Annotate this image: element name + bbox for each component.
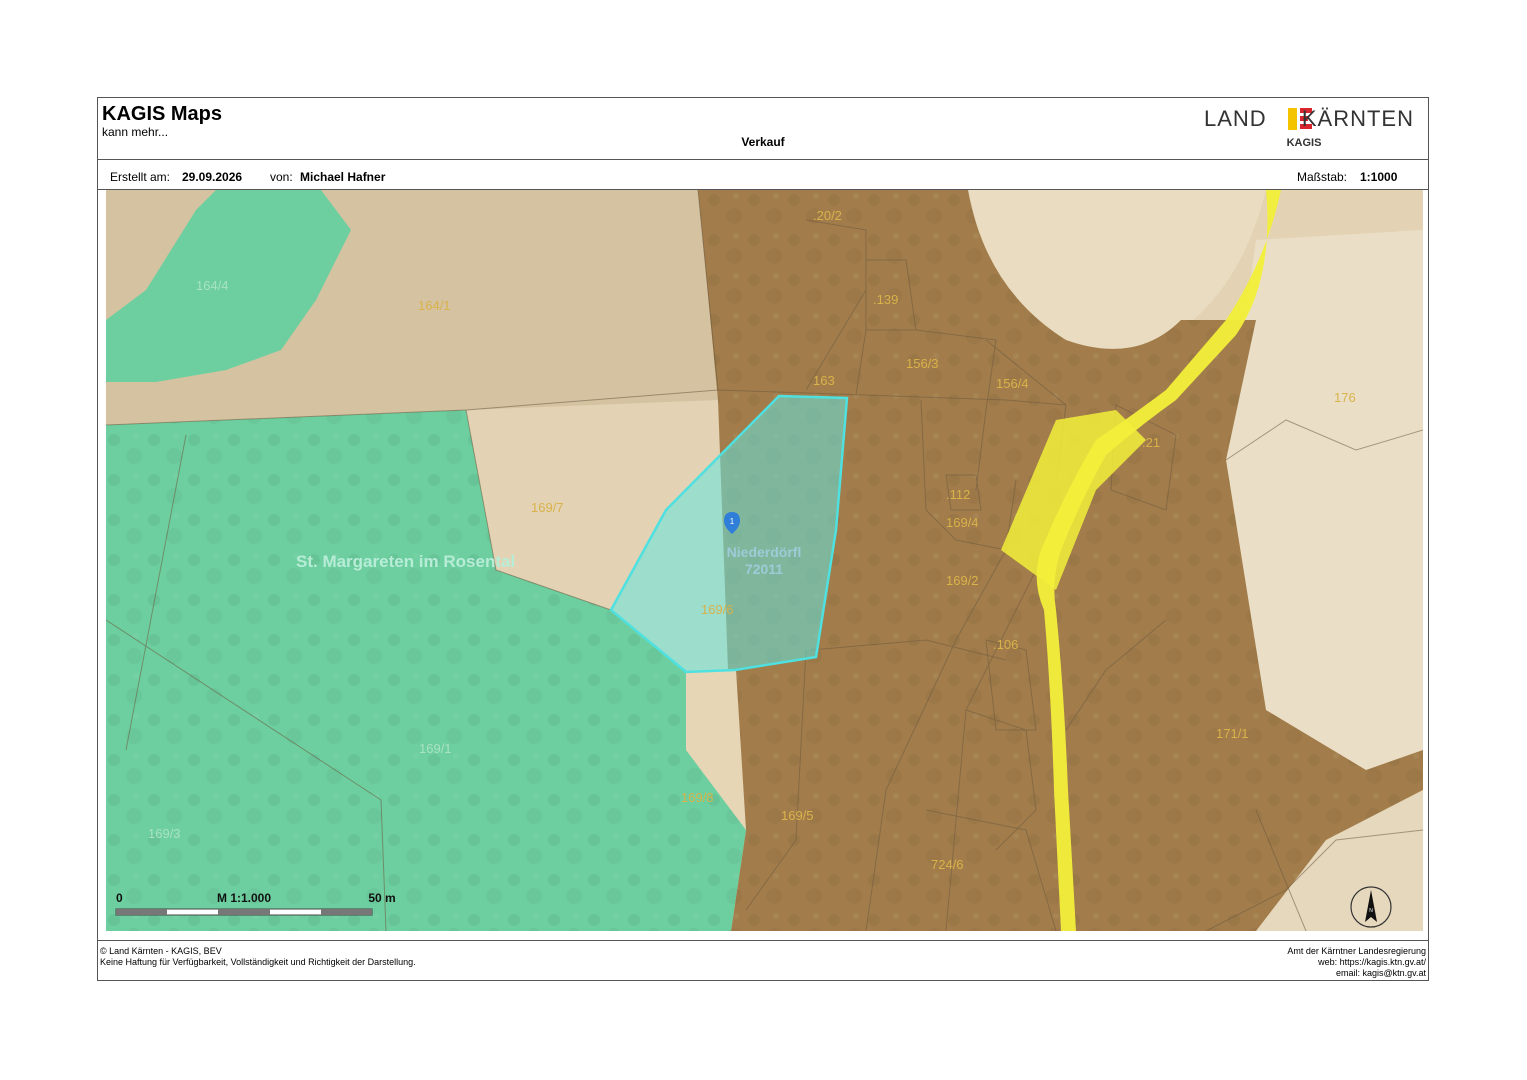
- app-title: KAGIS Maps: [102, 103, 223, 125]
- footer-right: Amt der Kärntner Landesregierung web: ht…: [1287, 946, 1426, 979]
- created-date: 29.09.2026: [182, 170, 243, 184]
- header: KAGIS Maps kann mehr... Verkauf LAND KÄR…: [98, 98, 1428, 160]
- place-name-label: St. Margareten im Rosental: [296, 552, 515, 571]
- parcel-label: 171/1: [1216, 726, 1249, 741]
- parcel-label: 164/1: [418, 298, 451, 313]
- parcel-label: .20/2: [813, 208, 842, 223]
- parcel-label: .139: [873, 292, 898, 307]
- parcel-label: 169/8: [681, 790, 714, 805]
- parcel-label: 724/6: [931, 857, 964, 872]
- copyright-text: © Land Kärnten - KAGIS, BEV: [100, 946, 222, 956]
- parcel-label: .21: [1142, 435, 1160, 450]
- author-label: von:: [270, 170, 293, 184]
- parcel-label: 169/2: [946, 573, 979, 588]
- office-name: Amt der Kärntner Landesregierung: [1287, 946, 1426, 956]
- parcel-label: 169/5: [781, 808, 814, 823]
- logo-subtitle: KAGIS: [1286, 137, 1322, 149]
- parcel-label: 156/3: [906, 356, 939, 371]
- email-link[interactable]: email: kagis@ktn.gv.at: [1287, 968, 1426, 979]
- parcel-label: 156/4: [996, 376, 1029, 391]
- map-canvas[interactable]: 1 .20/2 164/4 164/1 .139 163 156/3 156/4…: [106, 190, 1423, 931]
- parcel-label: 169/4: [946, 515, 979, 530]
- parcel-label: .112: [946, 487, 970, 502]
- meta-bar: Erstellt am: 29.09.2026 von: Michael Haf…: [98, 160, 1428, 190]
- parcel-label: 176: [1334, 390, 1356, 405]
- parcel-label: .106: [993, 637, 1018, 652]
- created-label: Erstellt am:: [110, 170, 171, 184]
- print-frame: KAGIS Maps kann mehr... Verkauf LAND KÄR…: [97, 97, 1429, 981]
- marker-label: 1: [730, 517, 735, 526]
- footer-left: © Land Kärnten - KAGIS, BEV Keine Haftun…: [100, 946, 416, 968]
- footer: © Land Kärnten - KAGIS, BEV Keine Haftun…: [98, 940, 1428, 982]
- website-link[interactable]: web: https://kagis.ktn.gv.at/: [1287, 957, 1426, 968]
- parcel-label: 164/4: [196, 278, 229, 293]
- scale-label: Maßstab:: [1297, 170, 1348, 184]
- disclaimer-text: Keine Haftung für Verfügbarkeit, Vollstä…: [100, 957, 416, 967]
- locality-name-label: Niederdörfl: [727, 544, 802, 560]
- locality-code-label: 72011: [745, 561, 783, 577]
- north-label: N: [1369, 908, 1373, 914]
- scalebar-start-label: 0: [116, 891, 123, 905]
- map-svg: 1 .20/2 164/4 164/1 .139 163 156/3 156/4…: [106, 190, 1423, 931]
- scalebar-end-label: 50 m: [368, 891, 395, 905]
- logo-text-land: LAND: [1204, 106, 1267, 131]
- scale-value: 1:1000: [1360, 170, 1398, 184]
- parcel-label: 163: [813, 373, 835, 388]
- author-name: Michael Hafner: [300, 170, 386, 184]
- parcel-label: 169/7: [531, 500, 564, 515]
- land-kaernten-logo: LAND KÄRNTEN KAGIS: [1204, 106, 1414, 150]
- logo-text-kaernten: KÄRNTEN: [1301, 106, 1414, 131]
- scalebar-middle-label: M 1:1.000: [217, 891, 271, 905]
- parcel-label: 169/6: [701, 602, 734, 617]
- parcel-label: 169/1: [419, 741, 452, 756]
- parcel-label: 169/3: [148, 826, 181, 841]
